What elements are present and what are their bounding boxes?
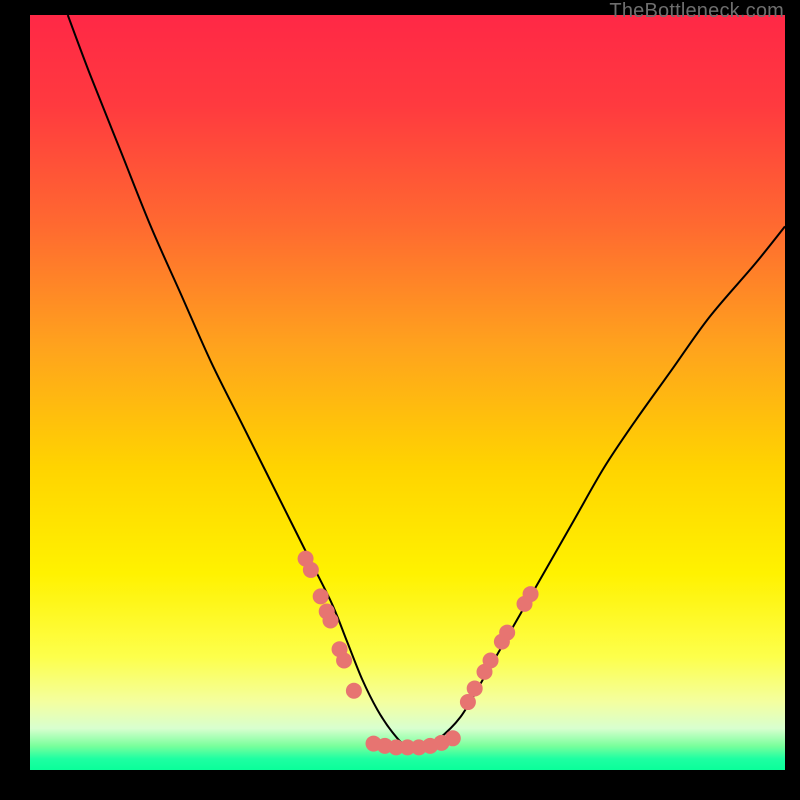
point-sample-points-left	[336, 653, 352, 669]
point-sample-points-bottom	[445, 730, 461, 746]
point-sample-points-right	[467, 680, 483, 696]
chart-plot	[30, 15, 785, 770]
chart-frame: TheBottleneck.com	[0, 0, 800, 800]
point-sample-points-right	[460, 694, 476, 710]
point-sample-points-left	[303, 562, 319, 578]
watermark-text: TheBottleneck.com	[609, 0, 784, 23]
point-sample-points-left	[313, 588, 329, 604]
point-sample-points-left	[346, 683, 362, 699]
point-sample-points-left	[322, 613, 338, 629]
point-sample-points-right	[523, 586, 539, 602]
point-sample-points-right	[483, 653, 499, 669]
chart-background	[30, 15, 785, 770]
point-sample-points-right	[499, 625, 515, 641]
